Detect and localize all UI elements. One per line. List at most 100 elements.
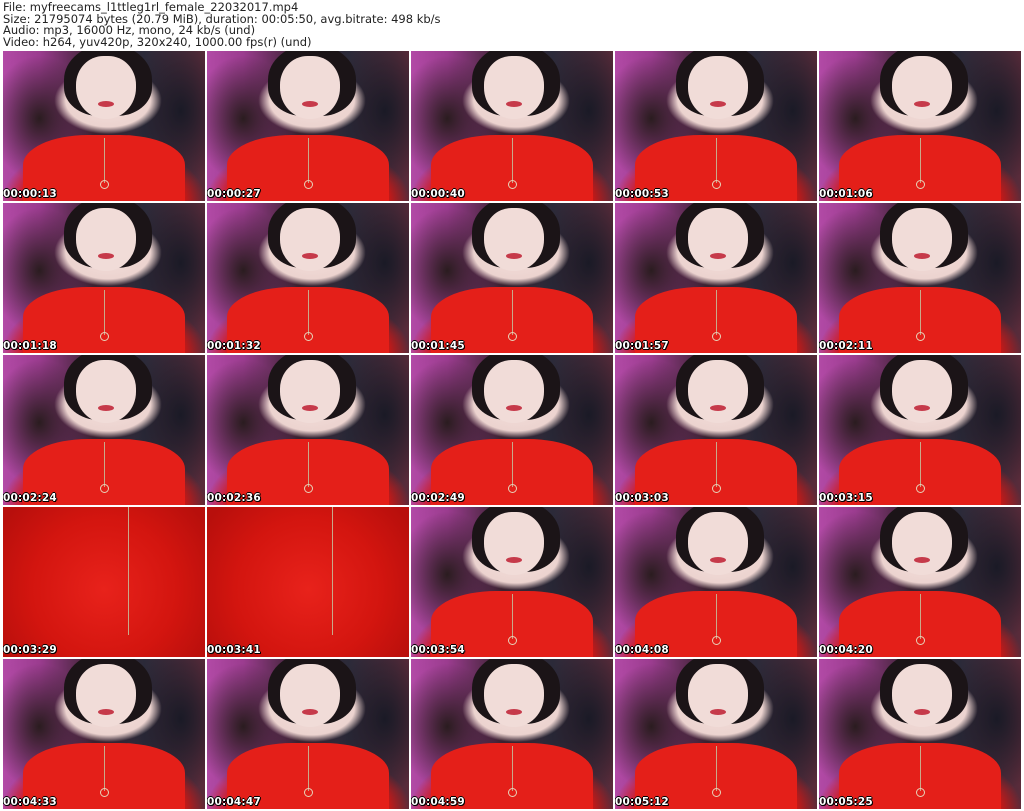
thumbnail-pendant: [99, 484, 109, 493]
thumbnail-face: [687, 55, 749, 119]
thumbnail-chain: [512, 594, 513, 639]
thumbnail-pendant: [711, 332, 721, 341]
thumbnail-timestamp: 00:04:20: [819, 644, 873, 656]
thumbnail-face: [687, 207, 749, 271]
thumbnail-pendant: [711, 180, 721, 189]
thumbnail-timestamp: 00:03:54: [411, 644, 465, 656]
thumbnail-shirt: [3, 507, 205, 657]
thumbnail-lips: [97, 708, 115, 715]
video-thumbnail: 00:00:13: [3, 51, 205, 201]
thumbnail-lips: [709, 100, 727, 107]
thumbnail-face: [75, 207, 137, 271]
thumbnail-lips: [301, 404, 319, 411]
video-thumbnail: 00:03:54: [411, 507, 613, 657]
thumbnail-lips: [97, 404, 115, 411]
thumbnail-lips: [709, 404, 727, 411]
thumbnail-lips: [913, 404, 931, 411]
thumbnail-lips: [505, 708, 523, 715]
thumbnail-face: [891, 511, 953, 575]
video-thumbnail: 00:03:41: [207, 507, 409, 657]
thumbnail-lips: [709, 556, 727, 563]
thumbnail-timestamp: 00:01:57: [615, 340, 669, 352]
thumbnail-face: [483, 207, 545, 271]
thumbnail-chain: [104, 442, 105, 487]
thumbnail-pendant: [99, 788, 109, 797]
thumbnail-pendant: [915, 180, 925, 189]
thumbnail-lips: [505, 556, 523, 563]
video-thumbnail: 00:00:27: [207, 51, 409, 201]
thumbnail-timestamp: 00:03:41: [207, 644, 261, 656]
thumbnail-chain: [716, 746, 717, 791]
thumbnail-chain: [920, 442, 921, 487]
thumbnail-chain: [716, 442, 717, 487]
thumbnail-pendant: [915, 788, 925, 797]
thumbnail-lips: [301, 252, 319, 259]
video-thumbnail: 00:00:40: [411, 51, 613, 201]
video-thumbnail: 00:03:29: [3, 507, 205, 657]
thumbnail-timestamp: 00:05:25: [819, 796, 873, 808]
thumbnail-chain: [512, 746, 513, 791]
video-thumbnail: 00:02:49: [411, 355, 613, 505]
thumbnail-pendant: [507, 332, 517, 341]
video-thumbnail: 00:01:18: [3, 203, 205, 353]
thumbnail-face: [75, 663, 137, 727]
thumbnail-lips: [913, 556, 931, 563]
thumbnail-chain: [308, 442, 309, 487]
thumbnail-pendant: [915, 332, 925, 341]
thumbnail-timestamp: 00:02:24: [3, 492, 57, 504]
video-thumbnail: 00:02:36: [207, 355, 409, 505]
thumbnail-face: [891, 359, 953, 423]
thumbnail-face: [687, 511, 749, 575]
thumbnail-chain: [308, 746, 309, 791]
thumbnail-lips: [505, 252, 523, 259]
thumbnail-chain: [716, 594, 717, 639]
thumbnail-face: [891, 55, 953, 119]
thumbnail-face: [483, 359, 545, 423]
thumbnail-lips: [913, 252, 931, 259]
thumbnail-timestamp: 00:04:33: [3, 796, 57, 808]
thumbnail-pendant: [507, 484, 517, 493]
thumbnail-chain: [308, 138, 309, 183]
thumbnail-lips: [301, 100, 319, 107]
thumbnail-face: [483, 55, 545, 119]
thumbnail-lips: [97, 252, 115, 259]
video-thumbnail: 00:04:08: [615, 507, 817, 657]
thumbnail-chain: [332, 507, 334, 635]
thumbnail-chain: [512, 138, 513, 183]
thumbnail-pendant: [507, 788, 517, 797]
thumbnail-chain: [512, 442, 513, 487]
video-thumbnail: 00:01:45: [411, 203, 613, 353]
thumbnail-face: [891, 663, 953, 727]
thumbnail-chain: [920, 290, 921, 335]
thumbnail-timestamp: 00:02:11: [819, 340, 873, 352]
thumbnail-pendant: [303, 484, 313, 493]
video-thumbnail: 00:01:32: [207, 203, 409, 353]
video-thumbnail: 00:00:53: [615, 51, 817, 201]
thumbnail-face: [279, 55, 341, 119]
thumbnail-timestamp: 00:03:29: [3, 644, 57, 656]
thumbnail-lips: [709, 708, 727, 715]
thumbnail-chain: [104, 290, 105, 335]
video-thumbnail: 00:04:59: [411, 659, 613, 809]
video-thumbnail: 00:01:06: [819, 51, 1021, 201]
thumbnail-timestamp: 00:00:13: [3, 188, 57, 200]
video-thumbnail: 00:02:11: [819, 203, 1021, 353]
thumbnail-lips: [709, 252, 727, 259]
thumbnail-chain: [920, 138, 921, 183]
thumbnail-chain: [104, 138, 105, 183]
thumbnail-face: [483, 511, 545, 575]
thumbnail-pendant: [303, 180, 313, 189]
thumbnail-face: [279, 663, 341, 727]
video-thumbnail: 00:05:25: [819, 659, 1021, 809]
thumbnail-timestamp: 00:04:47: [207, 796, 261, 808]
thumbnail-pendant: [711, 788, 721, 797]
thumbnail-timestamp: 00:04:59: [411, 796, 465, 808]
thumbnail-timestamp: 00:01:18: [3, 340, 57, 352]
thumbnail-grid: 00:00:13 00:00:27 00:00:40 00:00:53 00:01:06…: [3, 51, 1023, 809]
thumbnail-lips: [301, 708, 319, 715]
thumbnail-lips: [505, 100, 523, 107]
thumbnail-chain: [104, 746, 105, 791]
thumbnail-pendant: [711, 484, 721, 493]
video-thumbnail: 00:03:03: [615, 355, 817, 505]
thumbnail-timestamp: 00:00:53: [615, 188, 669, 200]
